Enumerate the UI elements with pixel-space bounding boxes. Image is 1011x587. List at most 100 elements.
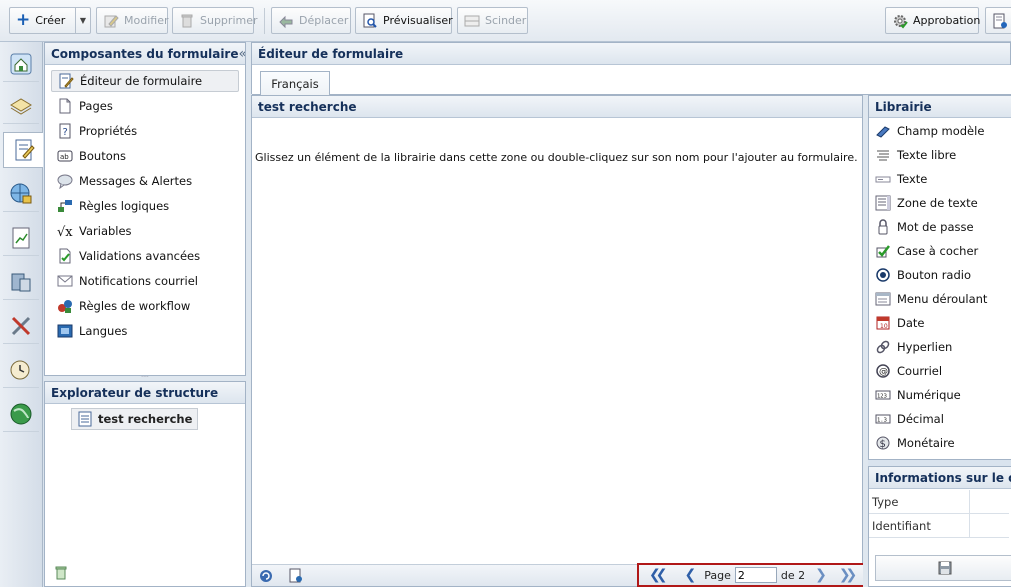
rail-web[interactable] — [3, 176, 39, 212]
save-button[interactable] — [875, 555, 1011, 581]
svg-text:@: @ — [879, 367, 888, 377]
component-item-languages[interactable]: Langues — [51, 320, 239, 342]
messages-icon — [57, 174, 73, 189]
component-item-label: Notifications courriel — [79, 274, 198, 288]
library-item-text-field[interactable]: Texte — [875, 169, 927, 189]
library-item-date[interactable]: 10 Date — [875, 313, 925, 333]
component-item-label: Propriétés — [79, 124, 138, 138]
free-text-icon — [877, 150, 889, 161]
plus-icon: + — [16, 10, 31, 30]
library-item-template-field[interactable]: Champ modèle — [875, 121, 984, 141]
tab-francais[interactable]: Français — [260, 71, 330, 96]
form-canvas-header: test recherche — [252, 96, 862, 118]
preview-button[interactable]: Prévisualiser — [355, 7, 453, 34]
field-info-header: Informations sur le ch — [869, 467, 1011, 489]
library-item-free-text[interactable]: Texte libre — [875, 145, 956, 165]
previous-page-icon[interactable]: ❮ — [684, 567, 696, 583]
components-panel-header: Composantes du formulaire « — [45, 43, 245, 65]
document-settings-icon[interactable] — [288, 568, 304, 584]
rail-scheduler[interactable] — [3, 352, 39, 388]
svg-text:√x: √x — [57, 225, 73, 239]
library-item-label: Courriel — [897, 364, 943, 378]
explorer-trash-button[interactable] — [53, 565, 69, 584]
chart-icon — [12, 227, 30, 248]
modify-button[interactable]: Modifier — [96, 7, 168, 34]
library-item-label: Bouton radio — [897, 268, 972, 282]
library-item-password[interactable]: Mot de passe — [875, 217, 974, 237]
library-item-email[interactable]: @ Courriel — [875, 361, 942, 381]
component-item-label: Langues — [79, 324, 128, 338]
textarea-icon — [875, 195, 891, 211]
library-item-decimal[interactable]: 1.3 Décimal — [875, 409, 944, 429]
properties-icon: ? — [59, 123, 71, 139]
form-node-icon — [78, 411, 92, 427]
approval-button[interactable]: Approbation — [885, 7, 980, 34]
info-document-button[interactable] — [985, 7, 1011, 34]
create-button[interactable]: + Créer ▼ — [9, 7, 91, 34]
rail-content[interactable] — [3, 88, 39, 124]
library-item-textarea[interactable]: Zone de texte — [875, 193, 978, 213]
component-item-workflow-rules[interactable]: Règles de workflow — [51, 295, 239, 317]
library-item-label: Décimal — [897, 412, 944, 426]
component-item-pages[interactable]: Pages — [51, 95, 239, 117]
component-item-variables[interactable]: √x Variables — [51, 220, 239, 242]
move-icon — [279, 15, 293, 28]
last-page-icon[interactable]: ❯❯ — [839, 567, 858, 583]
rail-network[interactable] — [3, 396, 39, 432]
create-dropdown-button[interactable]: ▼ — [75, 8, 90, 33]
rail-tools[interactable] — [3, 308, 39, 344]
language-tabbar: Français — [252, 65, 1011, 96]
split-icon — [464, 15, 480, 26]
library-item-label: Menu déroulant — [897, 292, 988, 306]
approval-gear-icon — [894, 14, 908, 28]
globe-lock-icon — [10, 183, 32, 203]
next-page-icon[interactable]: ❯ — [815, 567, 827, 583]
component-item-buttons[interactable]: ab Boutons — [51, 145, 239, 167]
components-panel: Composantes du formulaire « Éditeur de f… — [44, 42, 246, 376]
date-icon: 10 — [876, 316, 890, 330]
split-button[interactable]: Scinder — [457, 7, 528, 34]
module-rail — [0, 42, 43, 587]
library-item-numeric[interactable]: 123 Numérique — [875, 385, 961, 405]
svg-text:$: $ — [880, 439, 886, 450]
first-page-icon[interactable]: ❮❮ — [649, 567, 668, 583]
pages-icon — [59, 98, 71, 114]
svg-text:10: 10 — [880, 323, 888, 330]
library-item-currency[interactable]: $ Monétaire — [875, 433, 955, 453]
rail-reports[interactable] — [3, 220, 39, 256]
server-icon — [11, 273, 31, 291]
collapse-panel-button[interactable]: « — [239, 46, 246, 62]
tools-icon — [11, 316, 31, 335]
page-number-input[interactable] — [734, 567, 777, 583]
trash-icon — [181, 14, 193, 27]
explorer-node-form[interactable]: test recherche — [71, 408, 199, 430]
library-item-dropdown[interactable]: Menu déroulant — [875, 289, 987, 309]
save-disk-icon — [938, 561, 952, 575]
trash-icon — [55, 566, 67, 580]
info-row-identifier: Identifiant — [869, 514, 1009, 538]
buttons-icon: ab — [57, 150, 73, 162]
component-item-logic-rules[interactable]: Règles logiques — [51, 195, 239, 217]
drop-zone-hint: Glissez un élément de la librairie dans … — [255, 151, 858, 164]
rail-forms[interactable] — [3, 132, 43, 168]
logic-rules-icon — [58, 200, 72, 212]
rail-servers[interactable] — [3, 264, 39, 300]
component-item-label: Messages & Alertes — [79, 174, 193, 188]
library-item-label: Numérique — [897, 388, 961, 402]
library-item-hyperlink[interactable]: Hyperlien — [875, 337, 952, 357]
validations-icon — [59, 248, 71, 264]
component-item-properties[interactable]: ? Propriétés — [51, 120, 239, 142]
stack-icon — [10, 97, 32, 115]
library-item-radio[interactable]: Bouton radio — [875, 265, 971, 285]
component-item-form-editor[interactable]: Éditeur de formulaire — [51, 70, 239, 92]
component-item-email-notifications[interactable]: Notifications courriel — [51, 270, 239, 292]
component-item-validations[interactable]: Validations avancées — [51, 245, 239, 267]
move-button[interactable]: Déplacer — [271, 7, 351, 34]
library-item-checkbox[interactable]: Case à cocher — [875, 241, 978, 261]
svg-text:?: ? — [63, 127, 68, 138]
refresh-icon[interactable] — [258, 568, 274, 584]
component-item-messages[interactable]: Messages & Alertes — [51, 170, 239, 192]
rail-home[interactable] — [3, 46, 39, 82]
delete-button[interactable]: Supprimer — [172, 7, 258, 34]
edit-icon — [104, 14, 119, 27]
